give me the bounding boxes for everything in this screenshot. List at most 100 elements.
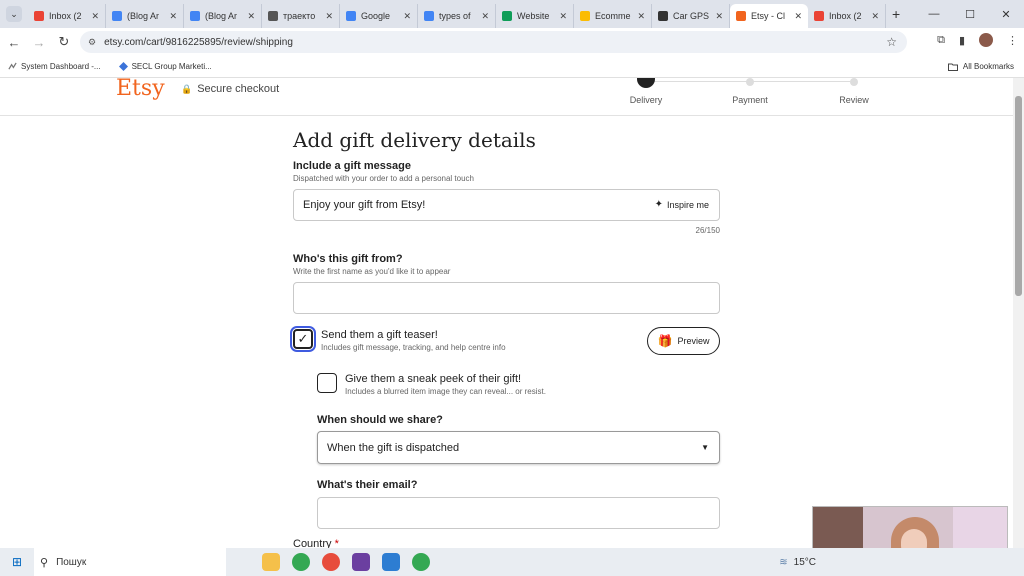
close-tab-icon[interactable]: ✕: [403, 11, 411, 22]
secure-checkout-label: Secure checkout: [197, 83, 280, 95]
gift-teaser-title: Send them a gift teaser!: [321, 329, 438, 341]
tab-label: Ecomme: [595, 11, 631, 21]
close-tab-icon[interactable]: ✕: [91, 11, 99, 22]
inspire-me-label: Inspire me: [666, 199, 709, 210]
preview-button[interactable]: 🎁 Preview: [647, 327, 720, 355]
side-panel-icon[interactable]: ▮: [959, 34, 965, 47]
sneak-peek-title: Give them a sneak peek of their gift!: [345, 373, 522, 385]
step-delivery: Delivery: [629, 95, 663, 105]
menu-icon[interactable]: ⋮: [1007, 34, 1018, 47]
taskbar-apps: [262, 553, 430, 571]
step-review: Review: [839, 95, 869, 105]
tab-label: траекто: [283, 11, 316, 21]
close-tab-icon[interactable]: ✕: [169, 11, 177, 22]
browser-tab[interactable]: Etsy - Cl ✕: [730, 4, 808, 28]
extensions-icon[interactable]: ⧉: [937, 34, 945, 47]
share-timing-select[interactable]: When the gift is dispatched ▼: [317, 431, 720, 464]
close-tab-icon[interactable]: ✕: [715, 11, 723, 22]
inspire-me-button[interactable]: ✦ Inspire me: [655, 199, 709, 210]
close-tab-icon[interactable]: ✕: [247, 11, 255, 22]
close-tab-icon[interactable]: ✕: [794, 11, 802, 22]
browser-tab[interactable]: types of ✕: [418, 4, 496, 28]
email-label: What's their email?: [317, 479, 418, 491]
secure-checkout: 🔒 Secure checkout: [181, 83, 279, 95]
scrollbar-thumb[interactable]: [1015, 96, 1022, 296]
checkout-header: Etsy 🔒 Secure checkout Delivery Payment …: [0, 78, 1013, 116]
close-tab-icon[interactable]: ✕: [559, 11, 567, 22]
gift-message-label: Include a gift message: [293, 160, 411, 172]
browser-tab[interactable]: Inbox (2 ✕: [808, 4, 886, 28]
tab-label: Etsy - Cl: [751, 11, 786, 21]
sneak-peek-checkbox[interactable]: [317, 373, 337, 393]
docs-icon: [112, 11, 122, 21]
file-explorer-icon[interactable]: [262, 553, 280, 571]
page-title: Add gift delivery details: [293, 128, 536, 152]
chrome-icon[interactable]: [412, 553, 430, 571]
browser-tab[interactable]: (Blog Ar ✕: [184, 4, 262, 28]
gift-message-input[interactable]: Enjoy your gift from Etsy! ✦ Inspire me: [293, 189, 720, 221]
sneak-peek-option[interactable]: Give them a sneak peek of their gift! In…: [317, 373, 546, 396]
app-icon[interactable]: [322, 553, 340, 571]
country-label: Country *: [293, 538, 339, 548]
site-info-icon[interactable]: ⚙: [88, 37, 96, 48]
taskbar-search[interactable]: ⚲ Пошук: [34, 548, 226, 576]
browser-tab[interactable]: Google ✕: [340, 4, 418, 28]
close-window-icon[interactable]: ✕: [988, 8, 1024, 21]
windows-start-icon[interactable]: ⊞: [0, 555, 34, 569]
close-tab-icon[interactable]: ✕: [325, 11, 333, 22]
bookmark-system-dashboard[interactable]: System Dashboard -...: [8, 62, 101, 71]
gift-message-sub: Dispatched with your order to add a pers…: [293, 174, 474, 183]
gift-teaser-option[interactable]: ✓ Send them a gift teaser! Includes gift…: [290, 326, 506, 352]
tab-search-icon[interactable]: ⌄: [6, 6, 22, 22]
search-icon: ⚲: [40, 556, 49, 569]
bookmark-secl-group[interactable]: SECL Group Marketi...: [118, 62, 212, 71]
gift-teaser-sub: Includes gift message, tracking, and hel…: [321, 343, 506, 352]
browser-tab[interactable]: Ecomme ✕: [574, 4, 652, 28]
close-tab-icon[interactable]: ✕: [871, 11, 879, 22]
bookmark-label: SECL Group Marketi...: [131, 62, 212, 71]
forward-icon[interactable]: →: [28, 35, 50, 50]
profile-avatar[interactable]: [979, 33, 993, 47]
folder-icon: [947, 63, 958, 71]
etsy-logo[interactable]: Etsy: [116, 78, 165, 100]
recipient-email-input[interactable]: [317, 497, 720, 529]
weather-widget[interactable]: ≋ 15°C: [779, 557, 816, 568]
address-bar[interactable]: ⚙ etsy.com/cart/9816225895/review/shippi…: [80, 31, 907, 53]
bookmark-star-icon[interactable]: ☆: [886, 35, 897, 49]
car-icon: [658, 11, 668, 21]
new-tab-icon[interactable]: +: [892, 6, 900, 22]
diamond-icon: [118, 62, 128, 71]
from-label: Who's this gift from?: [293, 253, 403, 265]
bookmark-label: System Dashboard -...: [21, 62, 101, 71]
dashboard-icon: [8, 62, 17, 70]
sheets-icon: [502, 11, 512, 21]
character-counter: 26/150: [695, 226, 720, 235]
tab-label: Google: [361, 11, 391, 21]
app-icon[interactable]: [382, 553, 400, 571]
tab-label: types of: [439, 11, 471, 21]
browser-tab[interactable]: Inbox (2 ✕: [28, 4, 106, 28]
step-payment: Payment: [732, 95, 768, 105]
page-scrollbar[interactable]: [1013, 78, 1024, 548]
chrome-icon[interactable]: [292, 553, 310, 571]
back-icon[interactable]: ←: [3, 35, 25, 50]
docs-icon: [190, 11, 200, 21]
windows-taskbar: ⊞ ⚲ Пошук ≋ 15°C: [0, 548, 1024, 576]
close-tab-icon[interactable]: ✕: [481, 11, 489, 22]
browser-tab[interactable]: траекто ✕: [262, 4, 340, 28]
reload-icon[interactable]: ↻: [53, 34, 75, 50]
close-tab-icon[interactable]: ✕: [637, 11, 645, 22]
maximize-icon[interactable]: ☐: [952, 8, 988, 21]
browser-tab[interactable]: (Blog Ar ✕: [106, 4, 184, 28]
step-dot-payment: [746, 78, 754, 86]
wind-icon: ≋: [779, 556, 788, 568]
from-name-input[interactable]: [293, 282, 720, 314]
browser-tab[interactable]: Website ✕: [496, 4, 574, 28]
all-bookmarks[interactable]: All Bookmarks: [947, 62, 1014, 72]
gift-teaser-checkbox[interactable]: ✓: [290, 326, 316, 352]
browser-tab[interactable]: Car GPS ✕: [652, 4, 730, 28]
country-label-text: Country: [293, 538, 332, 548]
slack-icon[interactable]: [352, 553, 370, 571]
preview-label: Preview: [677, 336, 710, 346]
minimize-icon[interactable]: —: [916, 8, 952, 20]
